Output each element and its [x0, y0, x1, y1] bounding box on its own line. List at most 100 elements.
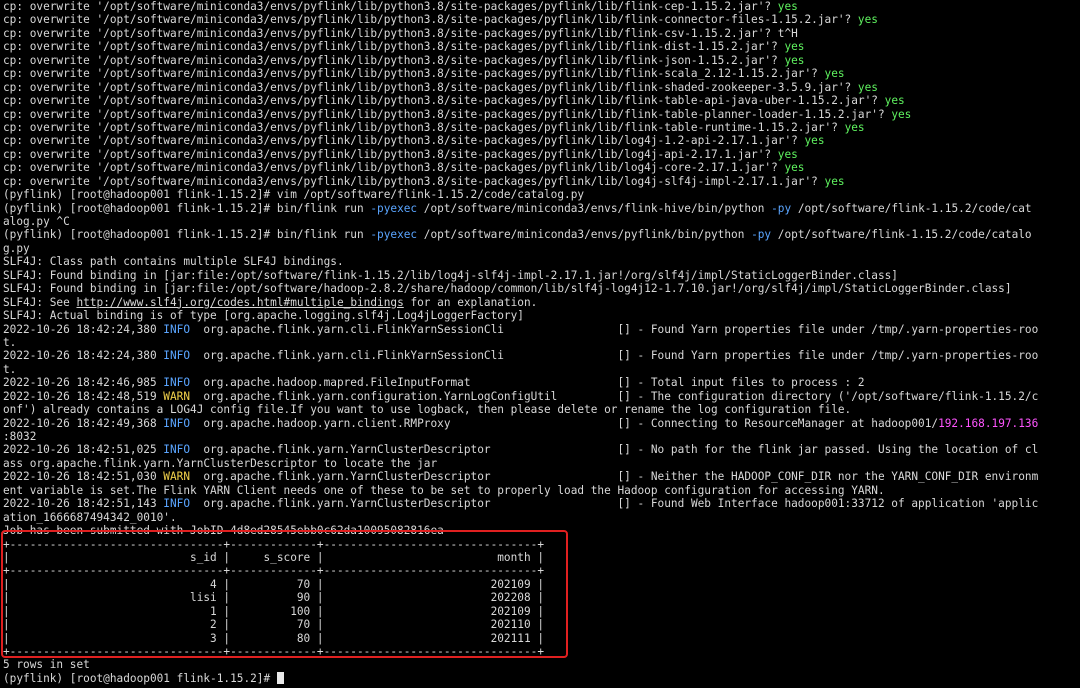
terminal-line: g.py [3, 242, 1080, 255]
terminal-line: | 2 | 70 | 202110 | [3, 618, 1080, 631]
line-text: org.apache.flink.yarn.YarnClusterDescrip… [190, 497, 1039, 511]
terminal-line: cp: overwrite '/opt/software/miniconda3/… [3, 94, 1080, 107]
terminal-line: t. [3, 363, 1080, 376]
terminal-line: cp: overwrite '/opt/software/miniconda3/… [3, 81, 1080, 94]
line-text: SLF4J: Found binding in [jar:file:/opt/s… [3, 282, 1012, 296]
terminal-line: cp: overwrite '/opt/software/miniconda3/… [3, 161, 1080, 174]
line-text: org.apache.flink.yarn.cli.FlinkYarnSessi… [190, 349, 1039, 363]
terminal-line: 2022-10-26 18:42:51,143 INFO org.apache.… [3, 497, 1080, 510]
yes-answer: yes [777, 147, 798, 161]
terminal-line: SLF4J: Found binding in [jar:file:/opt/s… [3, 269, 1080, 282]
line-text: cp: overwrite '/opt/software/miniconda3/… [3, 40, 785, 54]
terminal-line: (pyflink) [root@hadoop001 flink-1.15.2]#… [3, 202, 1080, 215]
line-text: | 1 | 100 | 202109 | [3, 604, 544, 618]
terminal-line: cp: overwrite '/opt/software/miniconda3/… [3, 54, 1080, 67]
terminal-line: t. [3, 336, 1080, 349]
line-text: (pyflink) [root@hadoop001 flink-1.15.2]#… [3, 228, 371, 242]
terminal-line: cp: overwrite '/opt/software/miniconda3/… [3, 175, 1080, 188]
terminal-line: cp: overwrite '/opt/software/miniconda3/… [3, 121, 1080, 134]
terminal-line: cp: overwrite '/opt/software/miniconda3/… [3, 0, 1080, 13]
line-text: (pyflink) [root@hadoop001 flink-1.15.2]# [3, 671, 277, 685]
line-text: ent variable is set.The Flink YARN Clien… [3, 483, 885, 497]
yes-answer: yes [844, 120, 865, 134]
line-text: SLF4J: Class path contains multiple SLF4… [3, 255, 344, 269]
line-text: /opt/software/flink-1.15.2/code/cat [791, 201, 1032, 215]
line-text: cp: overwrite '/opt/software/miniconda3/… [3, 161, 785, 175]
log-level-info: INFO [163, 376, 191, 390]
terminal-line: 2022-10-26 18:42:24,380 INFO org.apache.… [3, 349, 1080, 362]
line-text: org.apache.flink.yarn.YarnClusterDescrip… [190, 470, 1039, 484]
line-text: (pyflink) [root@hadoop001 flink-1.15.2]#… [3, 188, 585, 202]
yes-answer: yes [824, 67, 845, 81]
line-text: cp: overwrite '/opt/software/miniconda3/… [3, 120, 845, 134]
line-text: org.apache.flink.yarn.cli.FlinkYarnSessi… [190, 322, 1039, 336]
terminal-line: 2022-10-26 18:42:48,519 WARN org.apache.… [3, 390, 1080, 403]
line-text: g.py [3, 241, 30, 255]
line-text: cp: overwrite '/opt/software/miniconda3/… [3, 0, 778, 13]
line-text: 2022-10-26 18:42:48,519 [3, 389, 164, 403]
yes-answer: yes [824, 174, 845, 188]
line-text: :8032 [3, 430, 37, 443]
line-text: 2022-10-26 18:42:51,030 [3, 470, 164, 484]
line-text: +--------------------------------+------… [3, 564, 544, 578]
line-text: /opt/software/miniconda3/envs/pyflink/bi… [417, 228, 752, 242]
terminal-line: | lisi | 90 | 202208 | [3, 591, 1080, 604]
line-text: cp: overwrite '/opt/software/miniconda3/… [3, 67, 825, 81]
terminal-line: (pyflink) [root@hadoop001 flink-1.15.2]#… [3, 188, 1080, 201]
log-level-warn: WARN [163, 389, 191, 403]
line-text: org.apache.hadoop.mapred.FileInputFormat… [190, 376, 865, 390]
yes-answer: yes [857, 13, 878, 27]
line-text: 2022-10-26 18:42:24,380 [3, 322, 164, 336]
line-text: | s_id | s_score | month | [3, 550, 544, 564]
terminal-line: +--------------------------------+------… [3, 564, 1080, 577]
terminal-line: cp: overwrite '/opt/software/miniconda3/… [3, 108, 1080, 121]
line-text: ation_1666687494342_0010'. [3, 510, 177, 524]
terminal-line: cp: overwrite '/opt/software/miniconda3/… [3, 27, 1080, 40]
line-text: Job has been submitted with JobID 4d8ed2… [3, 524, 444, 538]
line-text: +--------------------------------+------… [3, 645, 544, 658]
line-text: 2022-10-26 18:42:51,025 [3, 443, 164, 457]
line-text: org.apache.flink.yarn.configuration.Yarn… [190, 389, 1039, 403]
line-text: | 4 | 70 | 202109 | [3, 577, 544, 591]
yes-answer: yes [784, 161, 805, 175]
terminal-line: +--------------------------------+------… [3, 538, 1080, 551]
terminal-line: cp: overwrite '/opt/software/miniconda3/… [3, 134, 1080, 147]
yes-answer: yes [784, 40, 805, 54]
line-text: cp: overwrite '/opt/software/miniconda3/… [3, 94, 885, 108]
terminal-line: alog.py ^C [3, 215, 1080, 228]
line-text: SLF4J: Actual binding is of type [org.ap… [3, 309, 524, 323]
line-text: onf') already contains a LOG4J config fi… [3, 403, 852, 417]
terminal-window[interactable]: cp: overwrite '/opt/software/miniconda3/… [0, 0, 1080, 688]
line-text: for an explanation. [403, 295, 538, 309]
terminal-line: :8032 [3, 430, 1080, 443]
terminal-line: ation_1666687494342_0010'. [3, 511, 1080, 524]
line-text: ass org.apache.flink.yarn.YarnClusterDes… [3, 456, 438, 470]
line-text: SLF4J: See [3, 295, 77, 309]
terminal-line: 2022-10-26 18:42:46,985 INFO org.apache.… [3, 376, 1080, 389]
line-text: cp: overwrite '/opt/software/miniconda3/… [3, 53, 785, 67]
line-text: cp: overwrite '/opt/software/miniconda3/… [3, 147, 778, 161]
ip-address: 192.168.197.136 [938, 416, 1039, 430]
yes-answer: yes [804, 134, 825, 148]
line-text: /opt/software/flink-1.15.2/code/catalo [771, 228, 1032, 242]
line-text: 5 rows in set [3, 658, 90, 672]
line-text: cp: overwrite '/opt/software/miniconda3/… [3, 80, 858, 94]
terminal-line: (pyflink) [root@hadoop001 flink-1.15.2]#… [3, 228, 1080, 241]
terminal-line: SLF4J: Found binding in [jar:file:/opt/s… [3, 282, 1080, 295]
terminal-line: (pyflink) [root@hadoop001 flink-1.15.2]# [3, 671, 1080, 685]
line-text: (pyflink) [root@hadoop001 flink-1.15.2]#… [3, 201, 371, 215]
terminal-line: | s_id | s_score | month | [3, 551, 1080, 564]
terminal-line: 2022-10-26 18:42:49,368 INFO org.apache.… [3, 417, 1080, 430]
terminal-line: SLF4J: See http://www.slf4j.org/codes.ht… [3, 296, 1080, 309]
yes-answer: yes [777, 0, 798, 13]
url-link[interactable]: http://www.slf4j.org/codes.html#multiple… [76, 296, 403, 309]
yes-answer: yes [784, 53, 805, 67]
line-text: cp: overwrite '/opt/software/miniconda3/… [3, 26, 798, 40]
terminal-line: 2022-10-26 18:42:51,025 INFO org.apache.… [3, 443, 1080, 456]
terminal-line: 5 rows in set [3, 658, 1080, 671]
terminal-line: 2022-10-26 18:42:24,380 INFO org.apache.… [3, 323, 1080, 336]
text-cursor[interactable] [276, 671, 284, 684]
terminal-line: cp: overwrite '/opt/software/miniconda3/… [3, 148, 1080, 161]
cli-flag: -py [751, 228, 772, 242]
terminal-line: | 4 | 70 | 202109 | [3, 578, 1080, 591]
